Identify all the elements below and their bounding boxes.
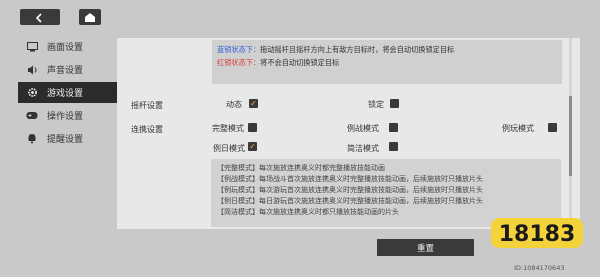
red-lock-line: 红锁状态下：将不会自动切换锁定目标 — [217, 56, 557, 69]
home-icon — [84, 8, 96, 27]
combo-battle-label: 例战模式 — [347, 124, 379, 133]
scrollbar-thumb[interactable] — [569, 96, 572, 176]
sidebar-item-label: 画面设置 — [47, 43, 84, 53]
settings-sidebar: 画面设置 声音设置 游戏设置 操作设置 提醒设置 — [18, 36, 118, 151]
combo-simple-label: 简洁模式 — [347, 144, 379, 153]
back-arrow-icon — [34, 8, 46, 27]
combo-daily-checkbox[interactable]: ✓ — [248, 142, 257, 151]
sidebar-item-label: 声音设置 — [47, 66, 84, 76]
user-id: ID:1084170643 — [514, 264, 565, 272]
sidebar-item-sound[interactable]: 声音设置 — [18, 59, 118, 80]
joystick-dynamic-checkbox[interactable]: ✓ — [249, 99, 258, 108]
blue-lock-key: 蓝锁状态下： — [217, 45, 261, 54]
combo-setting-label: 连携设置 — [131, 125, 163, 134]
svg-text:18183: 18183 — [499, 222, 576, 247]
lock-description: 蓝锁状态下：拖动摇杆且摇杆方向上有敌方目标时，将会自动切换锁定目标 红锁状态下：… — [212, 40, 562, 84]
combo-full-label: 完整模式 — [212, 124, 244, 133]
joystick-setting-label: 摇杆设置 — [131, 101, 163, 110]
combo-simple-checkbox[interactable] — [389, 142, 398, 151]
sidebar-item-label: 提醒设置 — [47, 135, 84, 145]
sidebar-item-label: 游戏设置 — [47, 89, 84, 99]
blue-lock-line: 蓝锁状态下：拖动摇杆且摇杆方向上有敌方目标时，将会自动切换锁定目标 — [217, 43, 557, 56]
sidebar-item-reminder[interactable]: 提醒设置 — [18, 128, 118, 149]
combo-play-label: 例玩模式 — [502, 124, 534, 133]
gamepad-icon — [25, 111, 39, 120]
site-logo-watermark: 18183 — [491, 218, 583, 248]
reset-button[interactable]: 重置 — [377, 239, 474, 256]
gear-icon — [25, 87, 39, 98]
info-line: 【例战模式】每场战斗首次施放连携奥义时完整播放技能动画，后续施放时只播放片头 — [217, 175, 483, 183]
joystick-dynamic-label: 动态 — [226, 100, 242, 109]
combo-daily-label: 例日模式 — [213, 144, 245, 153]
blue-lock-text: 拖动摇杆且摇杆方向上有敌方目标时，将会自动切换锁定目标 — [260, 45, 455, 54]
home-button[interactable] — [79, 9, 101, 25]
sidebar-item-game[interactable]: 游戏设置 — [18, 82, 118, 103]
red-lock-key: 红锁状态下： — [217, 58, 261, 67]
joystick-locked-checkbox[interactable] — [390, 99, 399, 108]
sidebar-item-display[interactable]: 画面设置 — [18, 36, 118, 57]
sidebar-item-controls[interactable]: 操作设置 — [18, 105, 118, 126]
combo-play-checkbox[interactable] — [548, 123, 557, 132]
bell-icon — [25, 133, 39, 144]
red-lock-text: 将不会自动切换锁定目标 — [260, 58, 340, 67]
checkmark-icon: ✓ — [249, 142, 256, 151]
back-button[interactable] — [20, 9, 60, 25]
sidebar-item-label: 操作设置 — [47, 112, 84, 122]
checkmark-icon: ✓ — [250, 99, 257, 108]
game-settings-panel: 蓝锁状态下：拖动摇杆且摇杆方向上有敌方目标时，将会自动切换锁定目标 红锁状态下：… — [117, 38, 580, 229]
info-line: 【例日模式】每日游玩首次施放连携奥义时完整播放技能动画，后续施放时只播放片头 — [217, 197, 483, 205]
combo-battle-checkbox[interactable] — [389, 123, 398, 132]
info-line: 【完整模式】每次施放连携奥义时都完整播放技能动画 — [217, 164, 385, 172]
display-icon — [25, 41, 39, 52]
info-line: 【例玩模式】每次游玩首次施放连携奥义时完整播放技能动画，后续施放时只播放片头 — [217, 186, 483, 194]
joystick-locked-label: 锁定 — [368, 100, 384, 109]
sound-icon — [25, 65, 39, 75]
combo-full-checkbox[interactable] — [248, 123, 257, 132]
panel-scrollbar[interactable] — [569, 38, 572, 229]
